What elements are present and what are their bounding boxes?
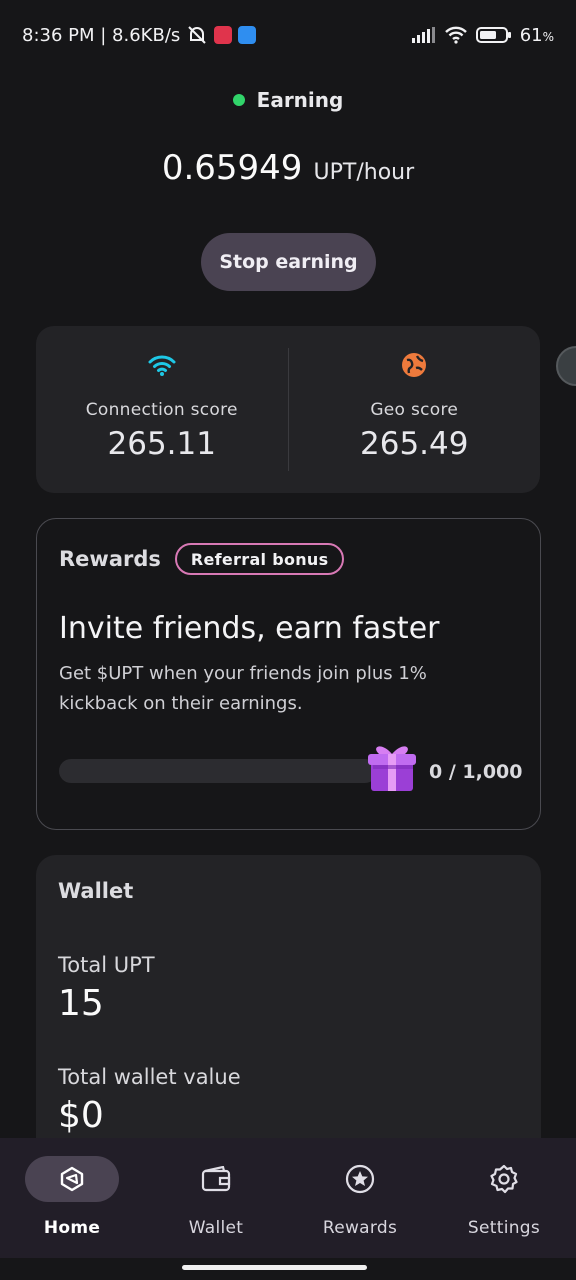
status-dot	[232, 94, 245, 106]
nav-settings-icon-wrap	[457, 1156, 551, 1202]
connection-score-label: Connection score	[85, 400, 238, 420]
star-circle-icon	[345, 1164, 375, 1194]
nav-wallet-label: Wallet	[188, 1218, 244, 1238]
connection-score: Connection score 265.11	[36, 326, 288, 493]
status-left: 8:36 PM | 8.6KB/s	[22, 24, 257, 46]
rate-unit: UPT/hour	[313, 160, 415, 185]
wallet-value: $0	[58, 1095, 104, 1136]
earning-rate: 0.65949 UPT/hour	[0, 148, 576, 188]
earning-label: Earning	[256, 88, 344, 112]
nav-rewards-label: Rewards	[322, 1218, 398, 1238]
wallet-title: Wallet	[58, 879, 134, 903]
signal-icon	[411, 27, 435, 43]
gear-icon	[490, 1164, 518, 1194]
nav-wallet-icon-wrap	[169, 1156, 263, 1202]
wifi-status-icon	[444, 26, 467, 44]
nav-rewards[interactable]: Rewards	[288, 1138, 432, 1258]
status-right: 61%	[411, 25, 554, 46]
wallet-icon	[201, 1166, 231, 1192]
nav-rewards-icon-wrap	[313, 1156, 407, 1202]
home-shield-icon	[60, 1166, 84, 1192]
nav-home[interactable]: Home	[0, 1138, 144, 1258]
battery-level: 61	[519, 24, 543, 46]
battery-unit: %	[542, 29, 554, 44]
invite-heading: Invite friends, earn faster	[59, 611, 440, 646]
time-and-speed: 8:36 PM | 8.6KB/s	[22, 24, 181, 46]
globe-icon	[399, 350, 429, 380]
home-screen: 8:36 PM | 8.6KB/s 61% Earning 0.65949 UP…	[0, 0, 576, 1280]
referral-bonus-badge[interactable]: Referral bonus	[174, 543, 345, 575]
floating-bubble[interactable]	[556, 346, 576, 386]
geo-score-value: 265.49	[360, 426, 469, 462]
alarm-off-icon	[188, 26, 206, 44]
connection-score-value: 265.11	[107, 426, 216, 462]
app-notification-icon	[214, 26, 233, 44]
referral-progress-text: 0 / 1,000	[429, 761, 523, 783]
gift-icon	[368, 746, 416, 791]
rewards-header: Rewards Referral bonus	[59, 543, 345, 575]
referral-progress-bar	[59, 759, 377, 783]
geo-score-label: Geo score	[370, 400, 459, 420]
status-bar: 8:36 PM | 8.6KB/s 61%	[0, 0, 576, 70]
total-upt-value: 15	[58, 983, 104, 1024]
nav-home-label: Home	[43, 1218, 101, 1238]
rewards-title: Rewards	[59, 547, 161, 571]
score-card: Connection score 265.11 Geo score 265.49	[36, 326, 540, 493]
nav-settings[interactable]: Settings	[432, 1138, 576, 1258]
wallet-card[interactable]: Wallet Total UPT 15 Total wallet value $…	[36, 855, 541, 1155]
geo-score: Geo score 265.49	[289, 326, 541, 493]
home-indicator[interactable]	[182, 1265, 367, 1270]
invite-description: Get $UPT when your friends join plus 1% …	[59, 663, 427, 714]
battery-percent: 61%	[520, 25, 554, 46]
wallet-value-label: Total wallet value	[58, 1065, 241, 1089]
rate-value: 0.65949	[161, 148, 303, 188]
nav-settings-label: Settings	[467, 1218, 541, 1238]
app-notification-icon	[238, 26, 257, 44]
bottom-nav: Home Wallet Rewards Settings	[0, 1138, 576, 1258]
earning-status: Earning	[0, 88, 576, 112]
wifi-icon	[147, 350, 177, 380]
total-upt-label: Total UPT	[58, 953, 155, 977]
stop-earning-button[interactable]: Stop earning	[201, 233, 376, 291]
battery-icon	[475, 27, 511, 43]
nav-wallet[interactable]: Wallet	[144, 1138, 288, 1258]
rewards-card[interactable]: Rewards Referral bonus Invite friends, e…	[36, 518, 541, 830]
nav-home-icon-wrap	[25, 1156, 119, 1202]
